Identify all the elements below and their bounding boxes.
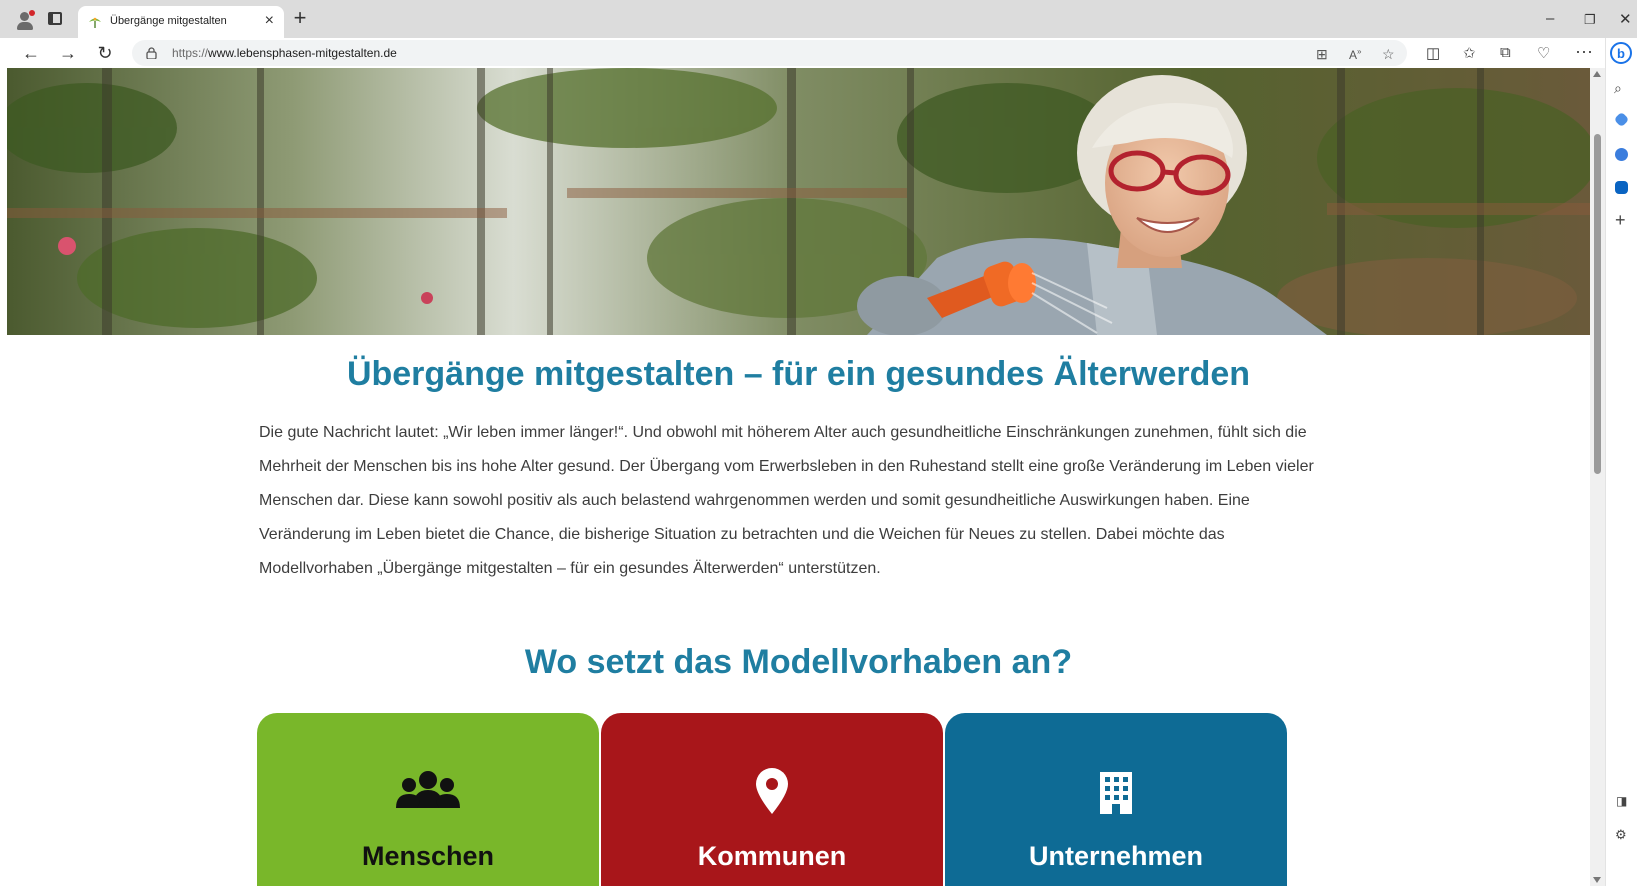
card-label-menschen: Menschen	[361, 841, 495, 871]
scroll-down-icon[interactable]	[1593, 877, 1601, 883]
map-pin-icon	[756, 768, 788, 814]
favorite-star-icon[interactable]: ☆	[1382, 46, 1395, 63]
outlook-icon[interactable]	[1615, 181, 1628, 194]
read-aloud-icon[interactable]: A»	[1349, 47, 1361, 62]
new-tab-button[interactable]: +	[289, 7, 311, 30]
browser-essentials-icon[interactable]: ♡	[1537, 44, 1550, 62]
forward-icon[interactable]: →	[55, 41, 81, 65]
split-screen-icon[interactable]: ◫	[1426, 44, 1440, 62]
close-tab-icon[interactable]: ×	[265, 12, 274, 30]
browser-tab[interactable]: Übergänge mitgestalten ×	[78, 6, 284, 38]
card-kommunen[interactable]: Kommunen	[601, 713, 943, 886]
search-icon[interactable]: ⌕	[1614, 80, 1630, 96]
section-heading: Wo setzt das Modellvorhaben an?	[524, 643, 1073, 681]
card-unternehmen[interactable]: Unternehmen	[945, 713, 1287, 886]
tab-title: Übergänge mitgestalten	[110, 15, 227, 27]
close-window-icon[interactable]: ✕	[1619, 10, 1632, 28]
reload-icon[interactable]: ↻	[92, 41, 118, 65]
url-text[interactable]: https://www.lebensphasen-mitgestalten.de	[172, 46, 397, 60]
address-bar[interactable]: https://www.lebensphasen-mitgestalten.de…	[132, 40, 1407, 66]
users-icon	[396, 771, 460, 808]
svg-text:b: b	[1617, 46, 1625, 61]
building-icon	[1100, 772, 1132, 814]
restore-icon[interactable]: ❐	[1584, 12, 1596, 28]
scrollbar-thumb[interactable]	[1594, 134, 1601, 474]
collections-icon[interactable]: ⧉	[1500, 44, 1511, 61]
intro-paragraph: Die gute Nachricht lautet: „Wir leben im…	[259, 424, 1314, 577]
page-title: Übergänge mitgestalten – für ein gesunde…	[346, 355, 1251, 393]
browser-toolbar: ← → ↻ https://www.lebensphasen-mitgestal…	[0, 38, 1637, 68]
page-scrollbar[interactable]	[1590, 68, 1605, 886]
edge-sidebar: b ⌕ + ◨ ⚙	[1605, 38, 1637, 886]
hide-sidebar-icon[interactable]: ◨	[1616, 794, 1632, 810]
hero-image	[7, 68, 1590, 335]
scroll-up-icon[interactable]	[1593, 71, 1601, 77]
page-viewport: Übergänge mitgestalten – für ein gesunde…	[7, 68, 1590, 886]
back-icon[interactable]: ←	[18, 41, 44, 65]
tab-strip: Übergänge mitgestalten × + – ❐ ✕	[0, 0, 1637, 38]
favorites-icon[interactable]: ✩	[1463, 44, 1476, 62]
profile-icon[interactable]	[14, 9, 36, 31]
office-icon[interactable]	[1615, 148, 1628, 161]
copilot-icon[interactable]: b	[1610, 42, 1632, 64]
card-label-kommunen: Kommunen	[697, 841, 847, 871]
card-menschen[interactable]: Menschen	[257, 713, 599, 886]
site-favicon-icon	[89, 17, 101, 28]
minimize-icon[interactable]: –	[1546, 10, 1554, 27]
more-options-icon[interactable]: ···	[1575, 41, 1593, 62]
shopping-icon[interactable]	[1613, 111, 1630, 128]
sidebar-settings-icon[interactable]: ⚙	[1615, 827, 1631, 843]
add-sidebar-app-icon[interactable]: +	[1615, 210, 1631, 230]
card-label-unternehmen: Unternehmen	[1028, 841, 1204, 871]
app-available-icon[interactable]: ⊞	[1316, 46, 1328, 63]
lock-icon[interactable]	[146, 47, 157, 59]
tab-actions-icon[interactable]	[48, 12, 62, 25]
